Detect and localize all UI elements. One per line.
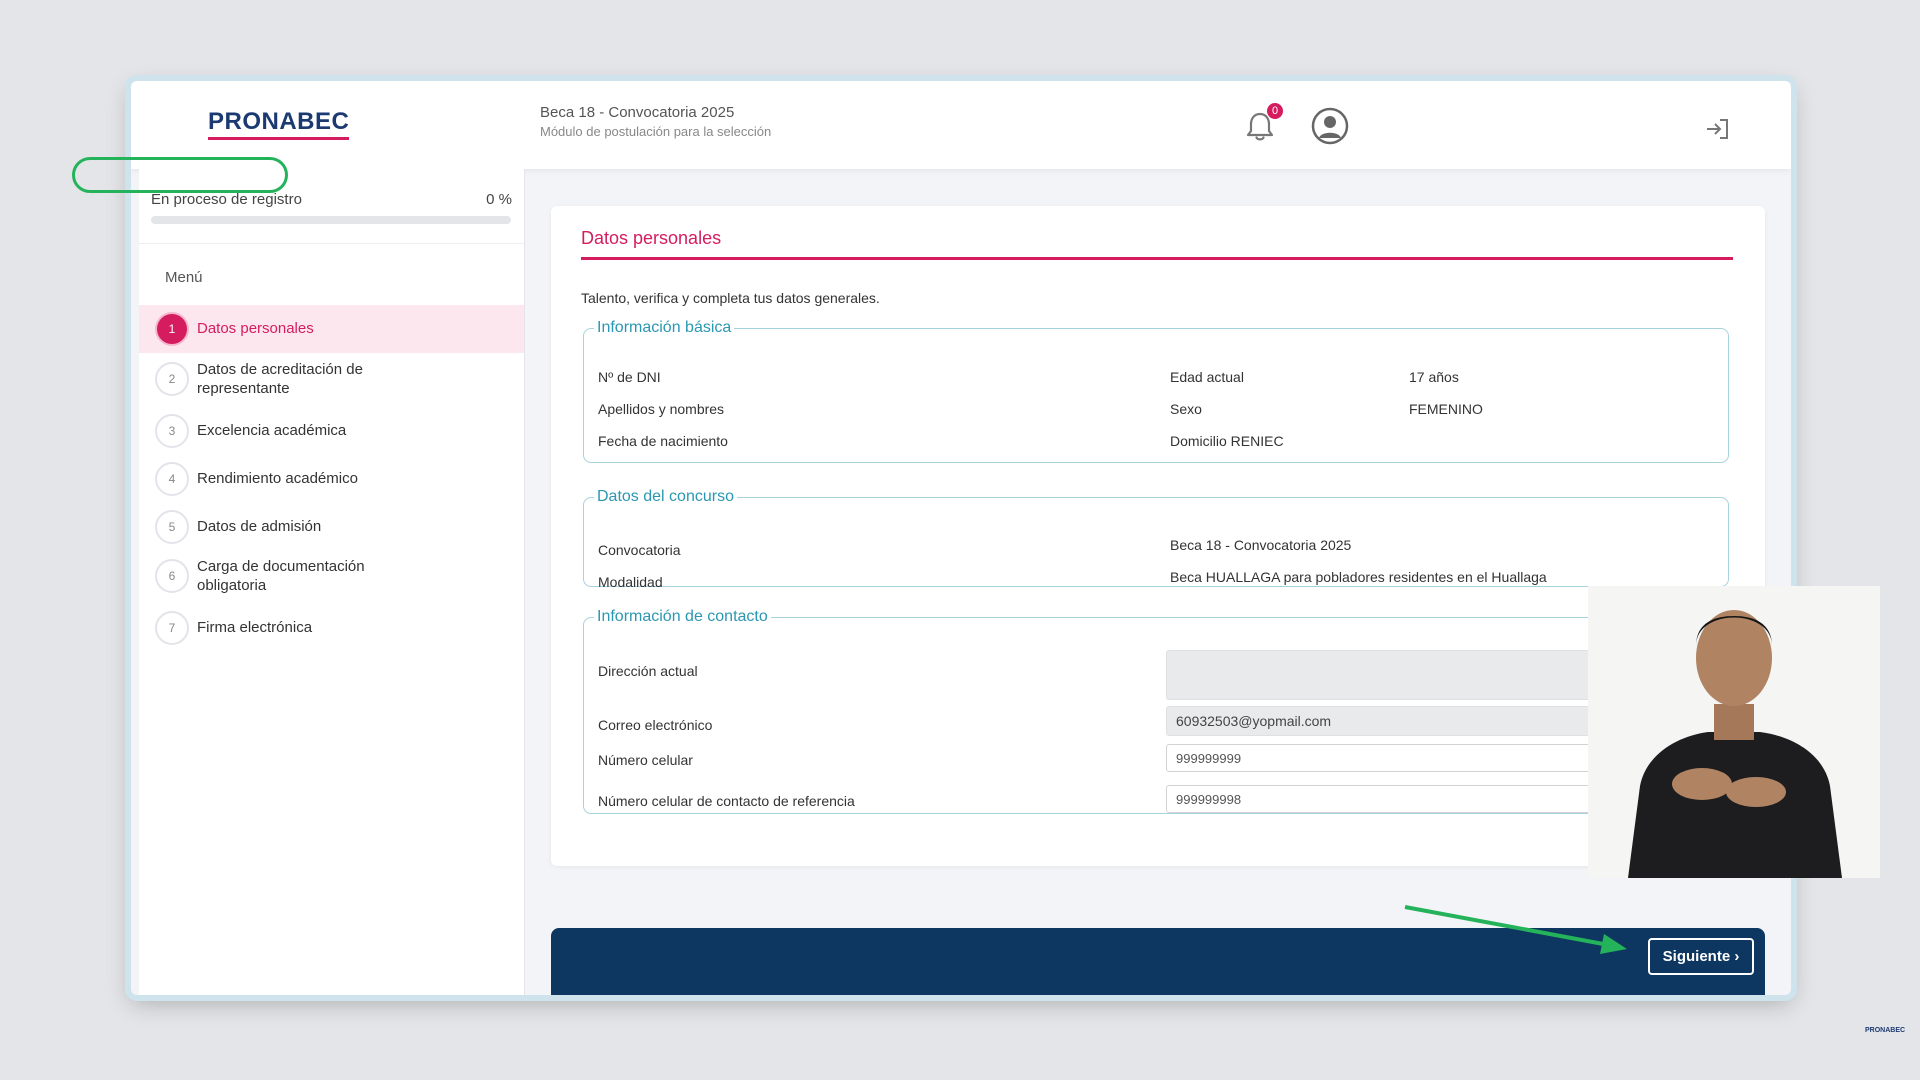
step-number: 6 bbox=[155, 559, 189, 593]
next-button[interactable]: Siguiente › bbox=[1648, 938, 1754, 975]
user-avatar-icon[interactable] bbox=[1311, 107, 1349, 145]
current-address-label: Dirección actual bbox=[598, 663, 698, 679]
sex-label: Sexo bbox=[1170, 401, 1202, 417]
modality-label: Modalidad bbox=[598, 574, 663, 590]
sidebar-item-rendimiento[interactable]: 4 Rendimiento académico bbox=[139, 455, 524, 503]
sidebar-item-label: Excelencia académica bbox=[197, 422, 347, 439]
page-subtitle: Módulo de postulación para la selección bbox=[540, 124, 772, 139]
age-label: Edad actual bbox=[1170, 369, 1244, 385]
contact-legend: Información de contacto bbox=[597, 608, 768, 625]
step-number: 5 bbox=[155, 510, 189, 544]
sidebar: En proceso de registro 0 % Menú 1 Datos … bbox=[139, 169, 525, 995]
phone-label: Número celular bbox=[598, 752, 693, 768]
basic-info-legend: Información básica bbox=[597, 319, 732, 336]
annotation-highlight-oval bbox=[72, 157, 288, 193]
progress-percent: 0 % bbox=[486, 191, 512, 208]
sidebar-item-excelencia[interactable]: 3 Excelencia académica bbox=[139, 407, 524, 455]
step-number: 2 bbox=[155, 362, 189, 396]
sidebar-item-label: Datos de acreditación de representante bbox=[197, 361, 363, 397]
sidebar-item-label: Carga de documentación obligatoria bbox=[197, 558, 365, 594]
app-window: PRONABEC Beca 18 - Convocatoria 2025 Mód… bbox=[131, 81, 1791, 995]
sign-language-interpreter-video bbox=[1588, 586, 1880, 878]
email-label: Correo electrónico bbox=[598, 717, 713, 733]
contact-section: Información de contacto Dirección actual… bbox=[583, 608, 1729, 814]
sidebar-item-acreditacion[interactable]: 2 Datos de acreditación de representante bbox=[139, 355, 524, 403]
header-title-block: Beca 18 - Convocatoria 2025 Módulo de po… bbox=[540, 104, 771, 139]
sidebar-item-datos-personales[interactable]: 1 Datos personales bbox=[139, 305, 524, 353]
notification-badge: 0 bbox=[1267, 103, 1283, 119]
call-label: Convocatoria bbox=[598, 542, 681, 558]
intro-text: Talento, verifica y completa tus datos g… bbox=[581, 290, 880, 306]
contest-legend: Datos del concurso bbox=[597, 488, 734, 505]
reniec-address-label: Domicilio RENIEC bbox=[1170, 433, 1284, 449]
step-number: 1 bbox=[155, 312, 189, 346]
sidebar-item-label: Datos personales bbox=[197, 320, 314, 337]
sex-value: FEMENINO bbox=[1409, 401, 1483, 417]
sidebar-item-documentacion[interactable]: 6 Carga de documentación obligatoria bbox=[139, 552, 524, 600]
step-number: 4 bbox=[155, 462, 189, 496]
reference-phone-label: Número celular de contacto de referencia bbox=[598, 793, 855, 809]
sidebar-item-firma[interactable]: 7 Firma electrónica bbox=[139, 604, 524, 652]
modality-value: Beca HUALLAGA para pobladores residentes… bbox=[1170, 569, 1547, 585]
bottom-action-bar: Siguiente › bbox=[551, 928, 1765, 995]
names-label: Apellidos y nombres bbox=[598, 401, 725, 417]
sidebar-item-admision[interactable]: 5 Datos de admisión bbox=[139, 503, 524, 551]
progress-label: En proceso de registro bbox=[151, 191, 302, 208]
logout-icon[interactable] bbox=[1704, 117, 1730, 141]
step-number: 7 bbox=[155, 611, 189, 645]
personal-data-card: Datos personales Talento, verifica y com… bbox=[551, 206, 1765, 866]
section-title: Datos personales bbox=[581, 228, 722, 248]
dni-label: Nº de DNI bbox=[598, 369, 661, 385]
interpreter-figure bbox=[1628, 610, 1842, 878]
call-value: Beca 18 - Convocatoria 2025 bbox=[1170, 537, 1352, 553]
pronabec-logo[interactable]: PRONABEC bbox=[208, 108, 350, 140]
age-value: 17 años bbox=[1409, 369, 1459, 385]
sidebar-divider bbox=[139, 243, 524, 244]
section-title-underline bbox=[581, 257, 1733, 260]
birth-date-label: Fecha de nacimiento bbox=[598, 433, 728, 449]
sidebar-item-label: Firma electrónica bbox=[197, 619, 313, 636]
page-title: Beca 18 - Convocatoria 2025 bbox=[540, 104, 735, 121]
menu-title: Menú bbox=[165, 269, 203, 286]
sidebar-item-label: Rendimiento académico bbox=[197, 470, 358, 487]
top-bar: PRONABEC Beca 18 - Convocatoria 2025 Mód… bbox=[131, 81, 1791, 169]
sidebar-item-label: Datos de admisión bbox=[197, 518, 322, 535]
basic-info-section: Información básica Nº de DNI Apellidos y… bbox=[583, 319, 1729, 463]
contest-section: Datos del concurso Convocatoria Modalida… bbox=[583, 488, 1729, 590]
progress-bar bbox=[151, 216, 511, 224]
step-number: 3 bbox=[155, 414, 189, 448]
pronabec-watermark: PRONABEC bbox=[1865, 1027, 1906, 1034]
